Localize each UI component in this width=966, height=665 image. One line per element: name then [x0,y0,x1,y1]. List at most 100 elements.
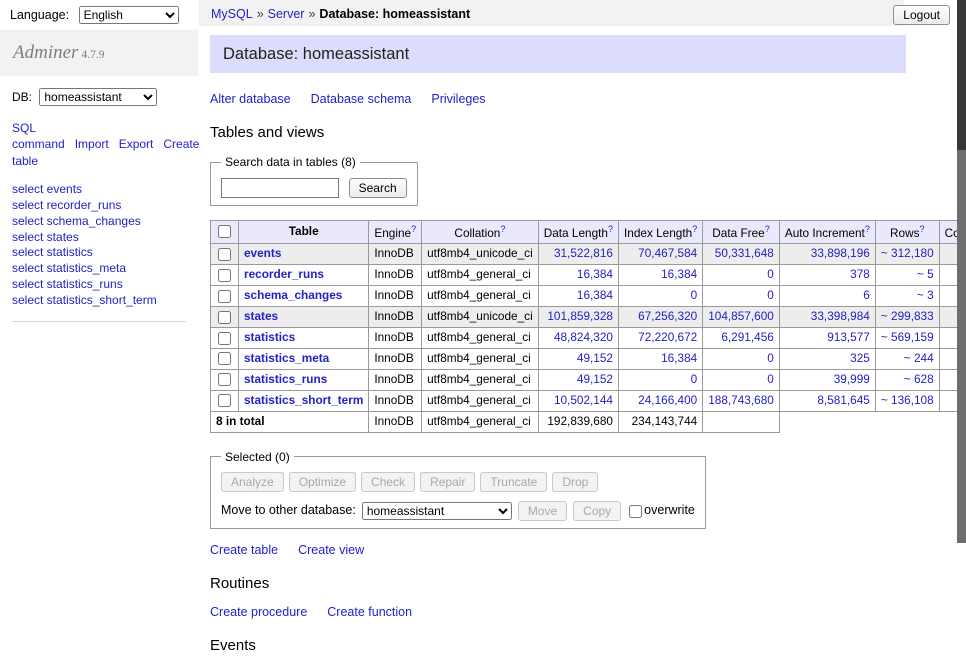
db-action-link[interactable]: Privileges [431,92,485,106]
scrollbar-thumb[interactable] [957,0,966,150]
column-help-link[interactable]: ? [765,224,770,234]
sidebar-table-link[interactable]: select statistics_runs [12,277,186,293]
table-name-link[interactable]: schema_changes [244,288,342,302]
sidebar-table-link[interactable]: select schema_changes [12,214,186,230]
column-help-link[interactable]: ? [865,224,870,234]
search-input[interactable] [221,178,339,198]
column-help-link[interactable]: ? [411,224,416,234]
index-length-link[interactable]: 0 [691,372,698,386]
index-length-link[interactable]: 16,384 [661,351,697,365]
row-select-checkbox[interactable] [218,290,231,303]
routine-link[interactable]: Create procedure [210,605,307,619]
create-link[interactable]: Create table [210,543,278,557]
rows-count-link[interactable]: ~ 244 [904,351,934,365]
move-db-select[interactable]: homeassistant [362,502,512,520]
rows-count-link[interactable]: ~ 136,108 [881,393,934,407]
auto-increment-link[interactable]: 33,898,196 [811,246,870,260]
search-button[interactable]: Search [349,178,407,198]
table-name-link[interactable]: recorder_runs [244,267,324,281]
db-select[interactable]: homeassistant [39,88,157,106]
rows-count-link[interactable]: ~ 312,180 [881,246,934,260]
rows-count-link[interactable]: ~ 628 [904,372,934,386]
row-select-checkbox[interactable] [218,248,231,261]
index-length-link[interactable]: 24,166,400 [638,393,697,407]
rows-count-link[interactable]: ~ 299,833 [881,309,934,323]
copy-button[interactable]: Copy [573,501,621,521]
routine-link[interactable]: Create function [327,605,412,619]
table-name-link[interactable]: statistics_meta [244,351,329,365]
table-name-link[interactable]: statistics_short_term [244,393,363,407]
auto-increment-link[interactable]: 8,581,645 [817,393,869,407]
data-length-link[interactable]: 101,859,328 [547,309,613,323]
data-length-link[interactable]: 16,384 [577,288,613,302]
data-length-link[interactable]: 48,824,320 [554,330,613,344]
rows-count-link[interactable]: ~ 5 [917,267,934,281]
rows-count-link[interactable]: ~ 569,159 [881,330,934,344]
data-free-link[interactable]: 6,291,456 [721,330,773,344]
data-length-link[interactable]: 10,502,144 [554,393,613,407]
auto-increment-link[interactable]: 39,999 [834,372,870,386]
data-free-link[interactable]: 0 [767,351,774,365]
column-help-link[interactable]: ? [500,224,505,234]
auto-increment-link[interactable]: 6 [863,288,870,302]
column-help-link[interactable]: ? [692,224,697,234]
table-name-link[interactable]: statistics [244,330,295,344]
data-free-link[interactable]: 0 [767,267,774,281]
move-button[interactable]: Move [518,501,567,521]
data-free-link[interactable]: 0 [767,372,774,386]
breadcrumb-link-server[interactable]: Server [268,7,305,21]
bulk-optimize-button[interactable]: Optimize [289,472,356,492]
table-name-link[interactable]: states [244,309,278,323]
logout-button[interactable]: Logout [893,5,950,25]
row-select-checkbox[interactable] [218,332,231,345]
column-help-link[interactable]: ? [608,224,613,234]
sidebar-table-link[interactable]: select statistics_short_term [12,293,186,309]
rows-count-link[interactable]: ~ 3 [917,288,934,302]
index-length-link[interactable]: 67,256,320 [638,309,697,323]
data-free-link[interactable]: 50,331,648 [715,246,774,260]
language-select[interactable]: English [79,6,179,24]
index-length-link[interactable]: 72,220,672 [638,330,697,344]
data-free-link[interactable]: 104,857,600 [708,309,774,323]
index-length-link[interactable]: 70,467,584 [638,246,697,260]
bulk-analyze-button[interactable]: Analyze [221,472,284,492]
table-name-link[interactable]: events [244,246,281,260]
bulk-check-button[interactable]: Check [361,472,415,492]
sidebar-table-link[interactable]: select recorder_runs [12,198,186,214]
row-select-checkbox[interactable] [218,269,231,282]
auto-increment-link[interactable]: 325 [850,351,870,365]
bulk-drop-button[interactable]: Drop [552,472,598,492]
data-free-link[interactable]: 188,743,680 [708,393,774,407]
overwrite-checkbox[interactable] [629,505,642,518]
sidebar-table-link[interactable]: select statistics_meta [12,261,186,277]
sidebar-action-link[interactable]: Export [119,137,154,151]
auto-increment-link[interactable]: 378 [850,267,870,281]
data-free-link[interactable]: 0 [767,288,774,302]
bulk-repair-button[interactable]: Repair [420,472,475,492]
sidebar-table-link[interactable]: select statistics [12,245,186,261]
sidebar-table-link[interactable]: select states [12,230,186,246]
sidebar-action-link[interactable]: Import [75,137,109,151]
db-action-link[interactable]: Alter database [210,92,291,106]
row-select-checkbox[interactable] [218,311,231,324]
vertical-scrollbar[interactable] [957,0,966,543]
select-all-checkbox[interactable] [218,225,231,238]
sidebar-action-link[interactable]: SQL command [12,121,65,152]
auto-increment-link[interactable]: 33,398,984 [811,309,870,323]
row-select-checkbox[interactable] [218,373,231,386]
row-select-checkbox[interactable] [218,352,231,365]
bulk-truncate-button[interactable]: Truncate [480,472,547,492]
create-link[interactable]: Create view [298,543,364,557]
data-length-link[interactable]: 31,522,816 [554,246,613,260]
auto-increment-link[interactable]: 913,577 [827,330,870,344]
index-length-link[interactable]: 0 [691,288,698,302]
row-select-checkbox[interactable] [218,394,231,407]
breadcrumb-link-mysql[interactable]: MySQL [211,7,253,21]
data-length-link[interactable]: 49,152 [577,351,613,365]
sidebar-table-link[interactable]: select events [12,182,186,198]
index-length-link[interactable]: 16,384 [661,267,697,281]
column-help-link[interactable]: ? [919,224,924,234]
db-action-link[interactable]: Database schema [311,92,412,106]
table-name-link[interactable]: statistics_runs [244,372,327,386]
data-length-link[interactable]: 49,152 [577,372,613,386]
